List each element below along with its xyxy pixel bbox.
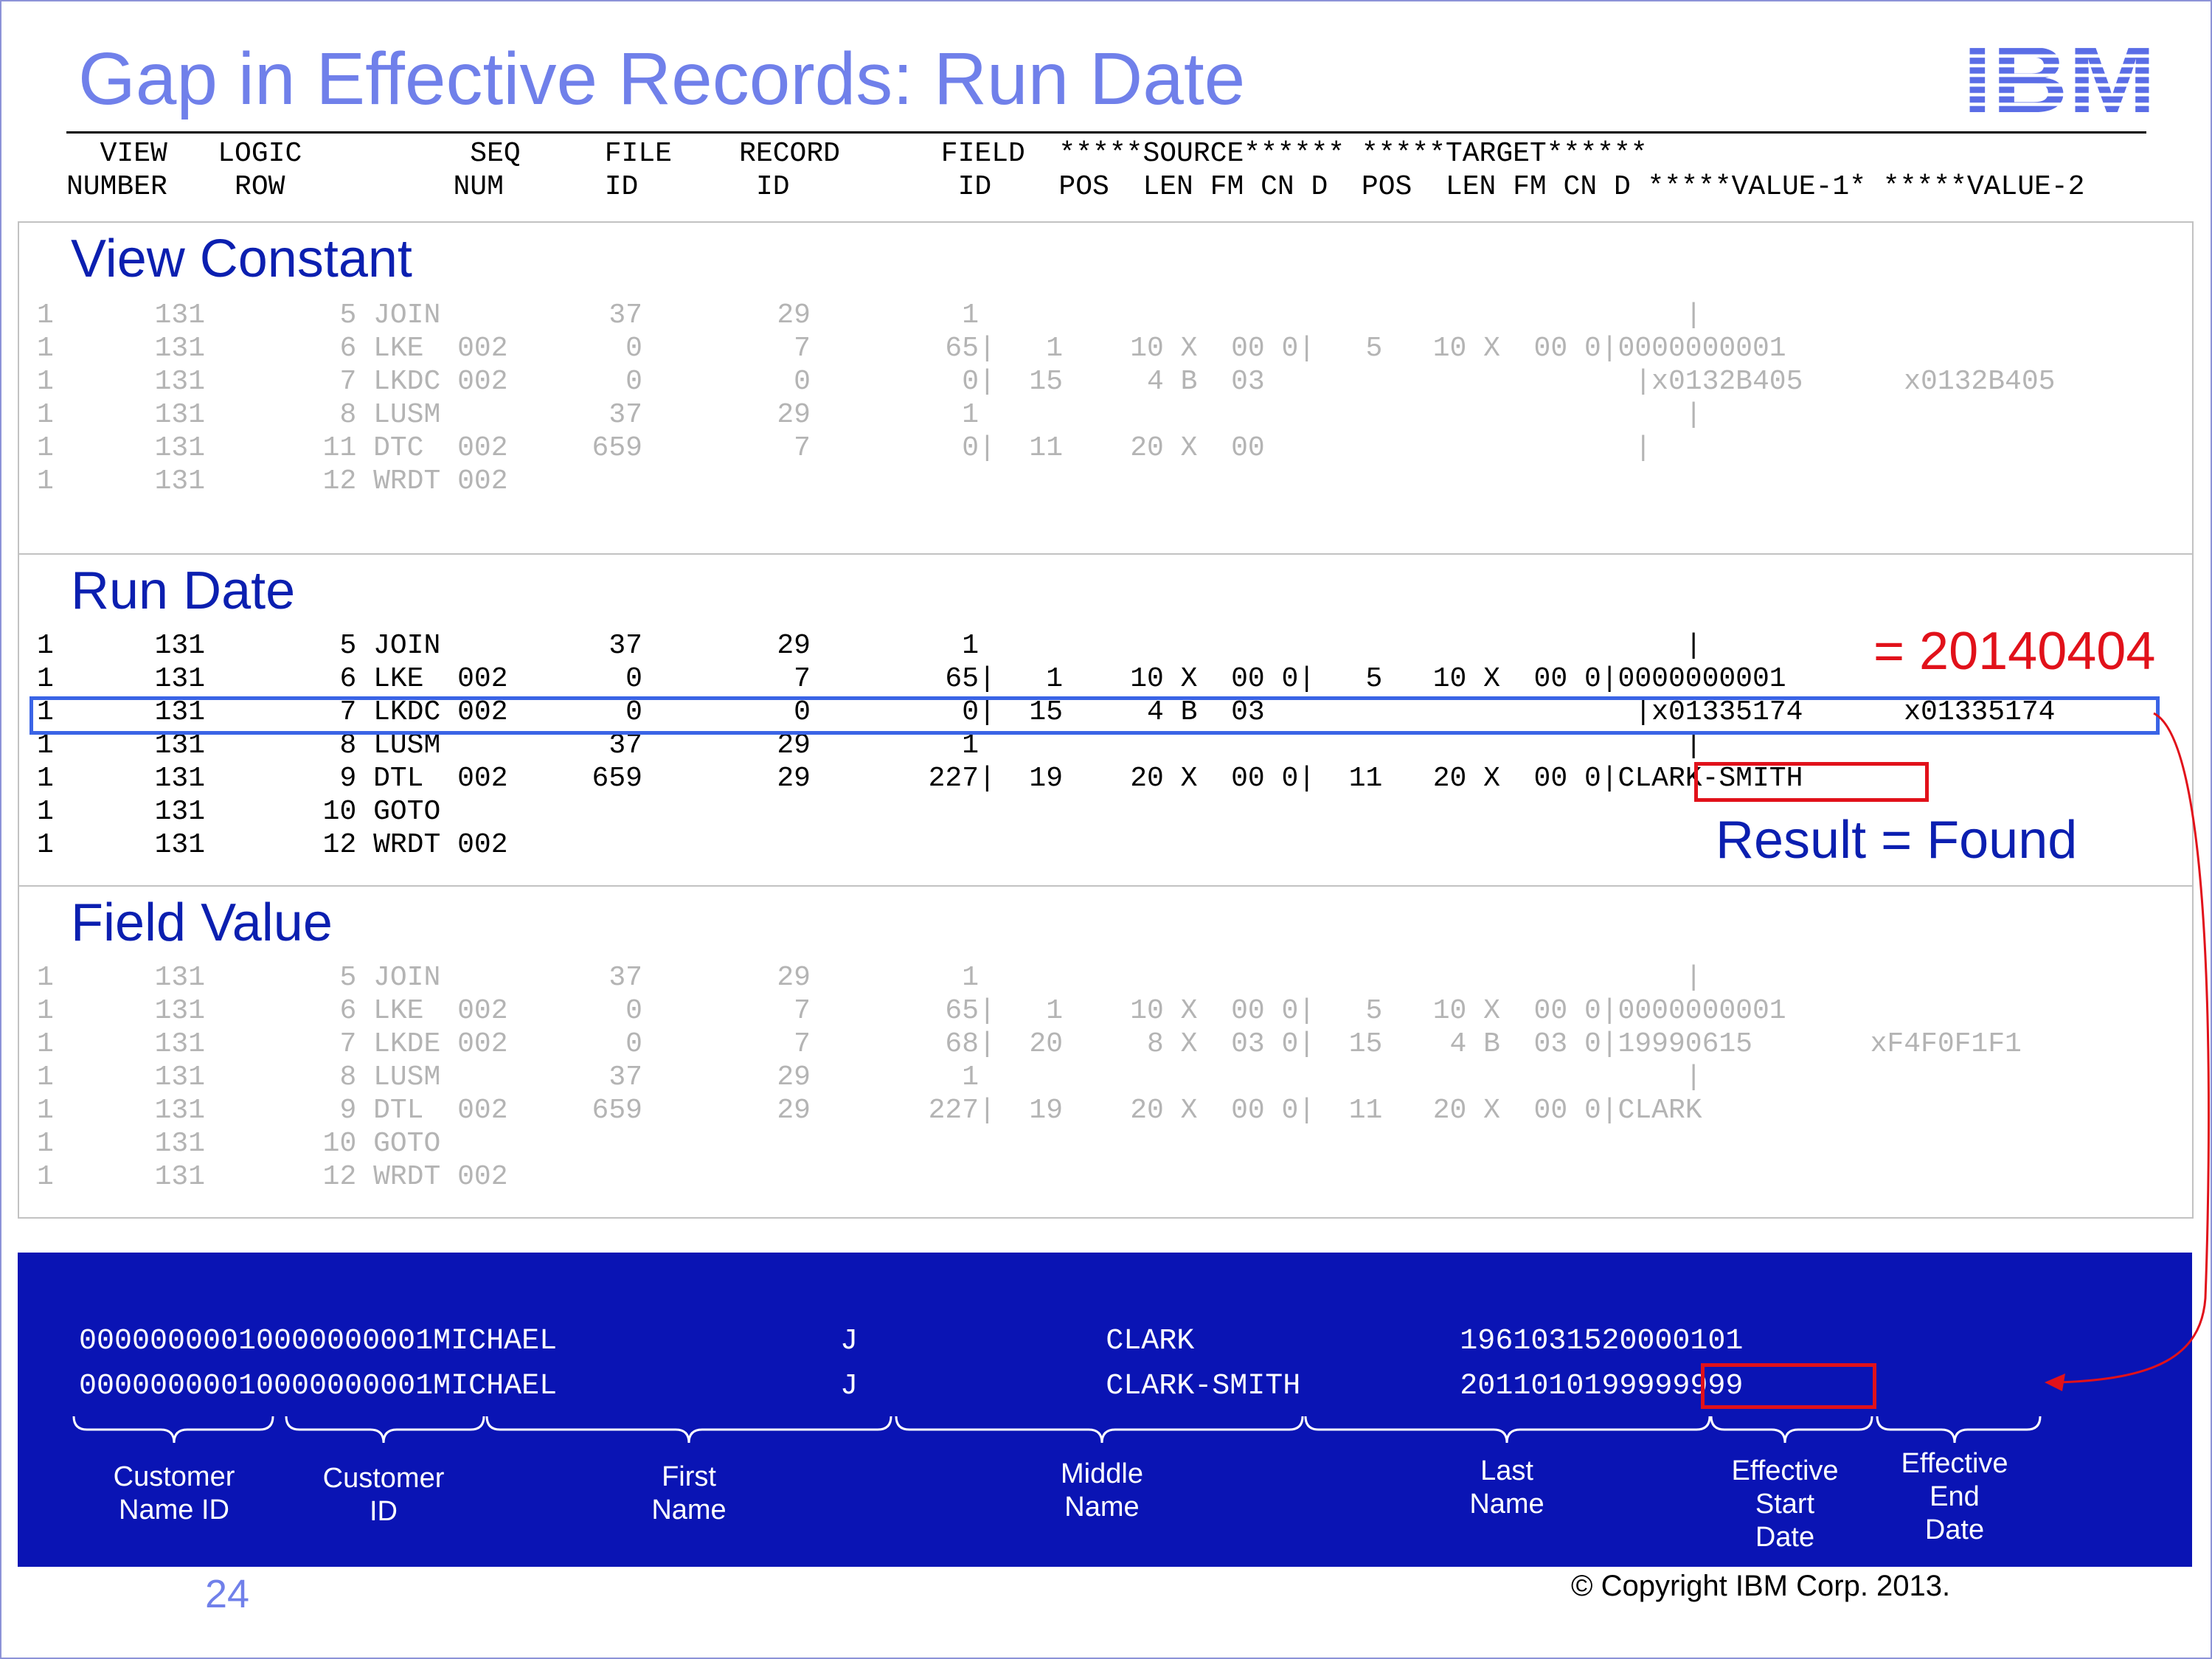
copyright-notice: © Copyright IBM Corp. 2013. [1571, 1570, 1951, 1602]
red-arrow [2045, 712, 2211, 1391]
page-number: 24 [205, 1572, 250, 1616]
